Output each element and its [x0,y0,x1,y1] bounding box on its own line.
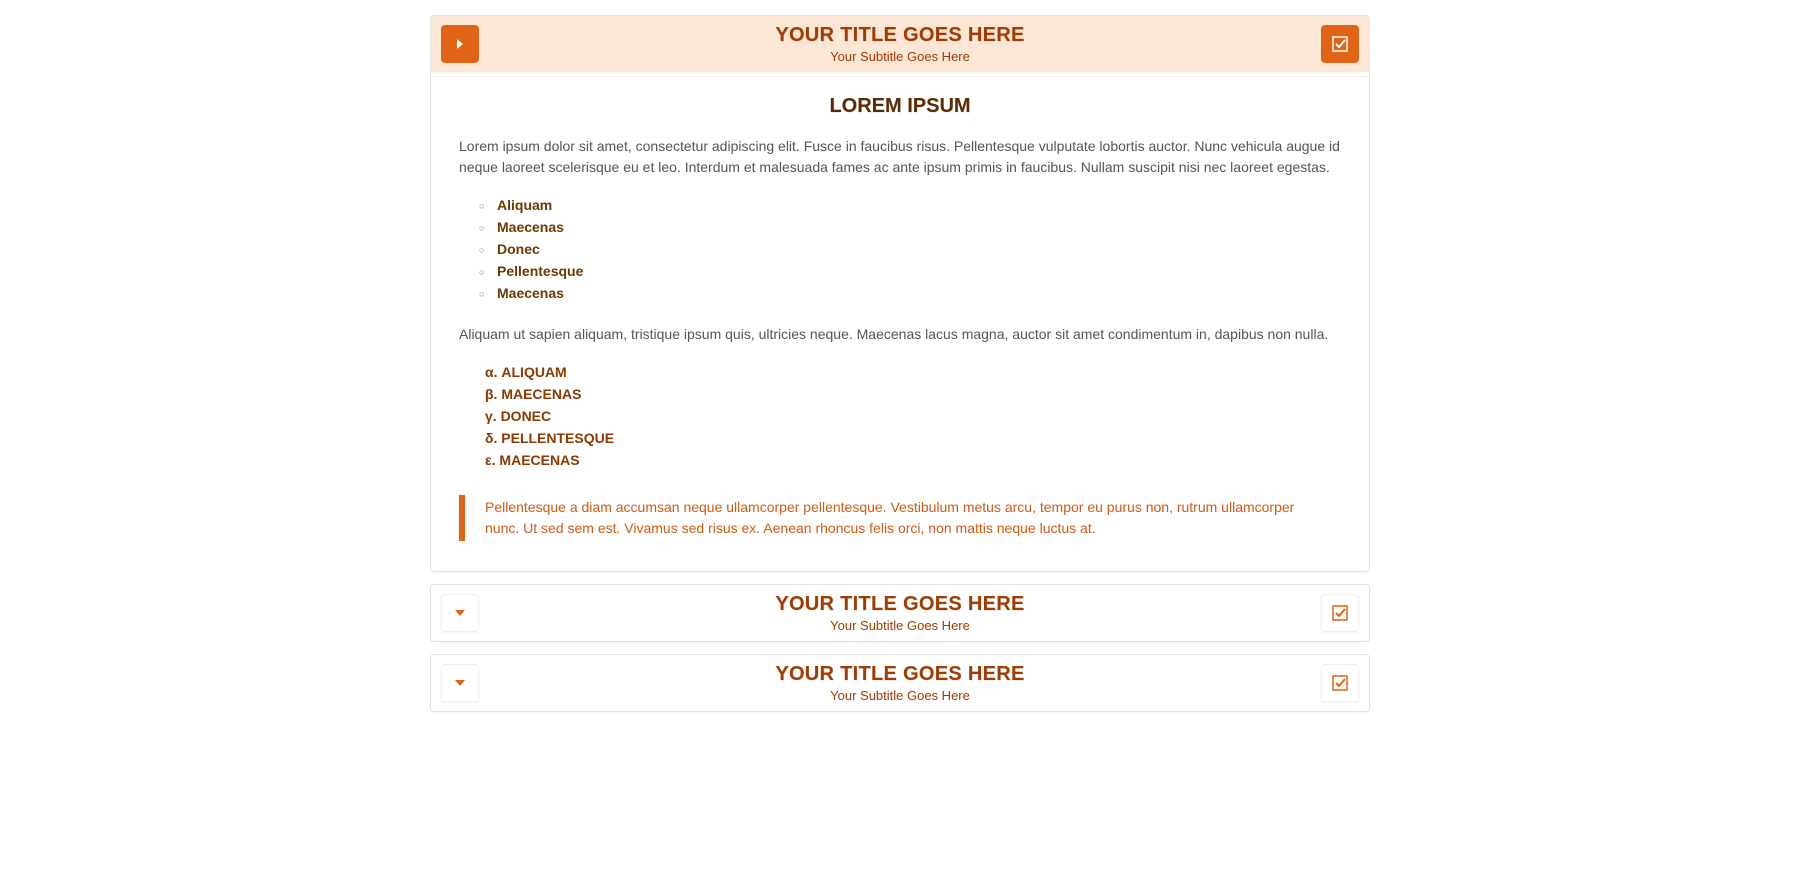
expand-toggle-button[interactable] [441,594,479,632]
list-item: Pellentesque [497,260,1341,282]
panel-header[interactable]: YOUR TITLE GOES HERE Your Subtitle Goes … [431,655,1369,711]
list-item: ε. MAECENAS [485,449,1341,471]
panel-header[interactable]: YOUR TITLE GOES HERE Your Subtitle Goes … [431,585,1369,641]
panel-title-block: YOUR TITLE GOES HERE Your Subtitle Goes … [479,663,1321,703]
panel-title: YOUR TITLE GOES HERE [479,593,1321,616]
caret-down-icon [454,678,466,688]
paragraph: Aliquam ut sapien aliquam, tristique ips… [459,324,1341,345]
greek-list: α. ALIQUAM β. MAECENAS γ. DONEC δ. PELLE… [459,361,1341,471]
checkbox-checked-icon [1332,36,1348,52]
panel-subtitle: Your Subtitle Goes Here [479,49,1321,64]
blockquote-text: Pellentesque a diam accumsan neque ullam… [485,497,1321,539]
panel-subtitle: Your Subtitle Goes Here [479,618,1321,633]
caret-right-icon [455,38,465,50]
paragraph: Lorem ipsum dolor sit amet, consectetur … [459,136,1341,178]
panel-title-block: YOUR TITLE GOES HERE Your Subtitle Goes … [479,24,1321,64]
accordion-panel: YOUR TITLE GOES HERE Your Subtitle Goes … [430,15,1370,572]
check-button[interactable] [1321,664,1359,702]
expand-toggle-button[interactable] [441,664,479,702]
list-item: Donec [497,238,1341,260]
panel-title-block: YOUR TITLE GOES HERE Your Subtitle Goes … [479,593,1321,633]
accordion-panel: YOUR TITLE GOES HERE Your Subtitle Goes … [430,584,1370,642]
panel-title: YOUR TITLE GOES HERE [479,24,1321,47]
caret-down-icon [454,608,466,618]
blockquote: Pellentesque a diam accumsan neque ullam… [459,495,1341,541]
content-heading: LOREM IPSUM [459,95,1341,118]
list-item: α. ALIQUAM [485,361,1341,383]
list-item: γ. DONEC [485,405,1341,427]
list-item: δ. PELLENTESQUE [485,427,1341,449]
list-item: Maecenas [497,216,1341,238]
check-button[interactable] [1321,25,1359,63]
panel-content: LOREM IPSUM Lorem ipsum dolor sit amet, … [431,76,1369,571]
list-item: Maecenas [497,282,1341,304]
expand-toggle-button[interactable] [441,25,479,63]
panel-subtitle: Your Subtitle Goes Here [479,688,1321,703]
list-item: Aliquam [497,194,1341,216]
checkbox-checked-icon [1332,675,1348,691]
bullet-list: Aliquam Maecenas Donec Pellentesque Maec… [459,194,1341,304]
accordion-panel: YOUR TITLE GOES HERE Your Subtitle Goes … [430,654,1370,712]
list-item: β. MAECENAS [485,383,1341,405]
panel-header[interactable]: YOUR TITLE GOES HERE Your Subtitle Goes … [431,16,1369,72]
checkbox-checked-icon [1332,605,1348,621]
panel-title: YOUR TITLE GOES HERE [479,663,1321,686]
check-button[interactable] [1321,594,1359,632]
